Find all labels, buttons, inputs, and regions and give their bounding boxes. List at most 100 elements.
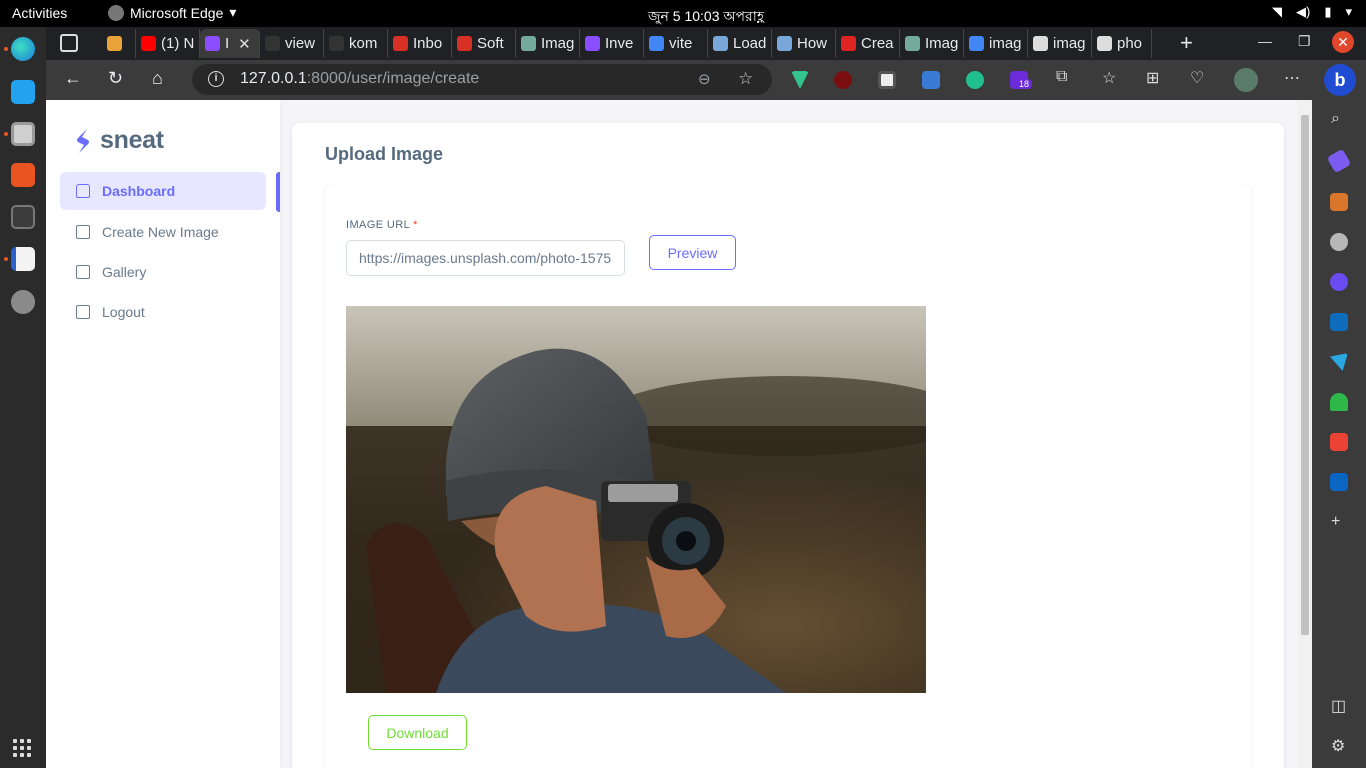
disc-icon[interactable]: [11, 290, 35, 314]
scrollbar-thumb[interactable]: [1301, 115, 1309, 635]
favorite-star-icon[interactable]: ☆: [738, 69, 753, 89]
activities-button[interactable]: Activities: [12, 5, 67, 21]
extension-badge: 18: [1016, 79, 1033, 89]
address-bar[interactable]: i 127.0.0.1:8000/user/image/create ⊖ ☆: [192, 64, 772, 95]
new-tab-button[interactable]: +: [1180, 30, 1193, 56]
zoom-out-icon[interactable]: ⊖: [698, 70, 711, 88]
preview-button[interactable]: Preview: [649, 235, 736, 270]
shopping-tag-icon[interactable]: [1326, 148, 1352, 174]
tab-label: Inve: [605, 35, 634, 52]
send-icon[interactable]: [1330, 353, 1348, 371]
page-title: Upload Image: [325, 144, 444, 164]
ublock-icon[interactable]: [834, 71, 852, 89]
terminal-icon[interactable]: [11, 205, 35, 229]
browser-tab[interactable]: kom: [324, 29, 388, 58]
logo-text: sneat: [100, 126, 164, 154]
sidebar-item-gallery[interactable]: Gallery: [60, 253, 266, 291]
tab-favicon-icon: [457, 36, 472, 51]
tab-label: (1) N: [161, 35, 195, 52]
app-menu[interactable]: Microsoft Edge ▾: [108, 4, 236, 21]
extension-window-icon[interactable]: [878, 71, 896, 89]
browser-tab[interactable]: Imag: [516, 29, 580, 58]
more-menu-icon[interactable]: ⋯: [1284, 68, 1300, 88]
browser-tab[interactable]: Soft: [452, 29, 516, 58]
clock[interactable]: জুন 5 10:03 অপরাহ্ণ: [648, 5, 764, 29]
browser-tab[interactable]: (1) N: [136, 29, 200, 58]
profile-avatar[interactable]: [1234, 68, 1258, 92]
extensions-puzzle-icon[interactable]: ⧉: [1056, 68, 1067, 86]
image-url-label: IMAGE URL *: [346, 219, 418, 231]
vue-devtools-icon[interactable]: [791, 71, 809, 89]
bing-icon[interactable]: b: [1324, 64, 1356, 96]
tab-favicon-icon: [585, 36, 600, 51]
browser-tab[interactable]: pho: [1092, 29, 1152, 58]
text-editor-icon[interactable]: [11, 247, 35, 271]
browser-tab[interactable]: I ✕: [200, 29, 260, 58]
home-icon[interactable]: ⌂: [152, 68, 163, 89]
browser-tab[interactable]: vite: [644, 29, 708, 58]
tab-favicon-icon: [969, 36, 984, 51]
logo[interactable]: sneat: [74, 126, 164, 155]
sidebar-item-create-new-image[interactable]: Create New Image: [60, 213, 266, 251]
required-mark: *: [413, 219, 418, 231]
browser-tab[interactable]: Inve: [580, 29, 644, 58]
gmail-icon[interactable]: [1330, 433, 1348, 451]
vscode-icon[interactable]: [11, 80, 35, 104]
back-icon[interactable]: ←: [64, 68, 82, 89]
tab-close-icon[interactable]: ✕: [238, 35, 251, 53]
browser-tab[interactable]: [102, 29, 136, 58]
running-indicator: [4, 132, 8, 136]
favorites-icon[interactable]: ☆: [1102, 68, 1116, 88]
url-path: :8000/user/image/create: [306, 70, 480, 87]
image-url-input[interactable]: [346, 240, 625, 276]
browser-tab[interactable]: imag: [964, 29, 1028, 58]
maximize-icon[interactable]: ❐: [1298, 33, 1311, 50]
office-icon[interactable]: [1330, 273, 1348, 291]
system-tray[interactable]: ◥ ◀) ▮ ▾: [1272, 4, 1352, 20]
download-button[interactable]: Download: [368, 715, 467, 750]
software-icon[interactable]: [11, 163, 35, 187]
browser-tab[interactable]: imag: [1028, 29, 1092, 58]
ubuntu-dock: [0, 27, 46, 768]
extension-f-icon[interactable]: [922, 71, 940, 89]
files-icon[interactable]: [11, 122, 35, 146]
info-icon[interactable]: i: [208, 71, 224, 87]
tab-label: Crea: [861, 35, 894, 52]
crown-icon: [76, 265, 90, 279]
close-window-button[interactable]: ✕: [1332, 31, 1354, 53]
tab-label: imag: [989, 35, 1022, 52]
edge-icon[interactable]: [11, 37, 35, 61]
tab-label: vite: [669, 35, 693, 52]
collections-icon[interactable]: ⊞: [1146, 68, 1159, 88]
tools-icon[interactable]: [1330, 193, 1348, 211]
sidebar-item-logout[interactable]: Logout: [60, 293, 266, 331]
browser-tab[interactable]: Load: [708, 29, 772, 58]
volume-icon: ◀): [1295, 4, 1311, 19]
extension-sync-icon[interactable]: [966, 71, 984, 89]
tree-icon[interactable]: [1330, 393, 1348, 411]
outlook-icon[interactable]: [1330, 313, 1348, 331]
tab-label: Soft: [477, 35, 504, 52]
settings-gear-icon[interactable]: ⚙: [1331, 736, 1345, 756]
browser-tab[interactable]: Imag: [900, 29, 964, 58]
minimize-icon[interactable]: —: [1258, 33, 1272, 49]
sidebar-item-label: Gallery: [102, 264, 147, 280]
performance-icon[interactable]: ♡: [1190, 68, 1204, 88]
browser-tab[interactable]: Crea: [836, 29, 900, 58]
browser-tab[interactable]: view: [260, 29, 324, 58]
browser-tab[interactable]: How: [772, 29, 836, 58]
tab-favicon-icon: [649, 36, 664, 51]
address-url[interactable]: 127.0.0.1:8000/user/image/create: [240, 70, 479, 88]
sidebar-toggle-icon[interactable]: ◫: [1331, 696, 1346, 716]
sidebar-item-dashboard[interactable]: Dashboard: [60, 172, 266, 210]
games-icon[interactable]: [1330, 233, 1348, 251]
tab-favicon-icon: [141, 36, 156, 51]
add-icon[interactable]: +: [1331, 513, 1340, 531]
tab-actions-icon[interactable]: [60, 34, 78, 52]
page-scrollbar[interactable]: [1298, 100, 1312, 768]
browser-tab[interactable]: Inbo: [388, 29, 452, 58]
show-apps-icon[interactable]: [13, 739, 31, 757]
search-icon[interactable]: ⌕: [1331, 110, 1340, 128]
linkedin-icon[interactable]: [1330, 473, 1348, 491]
refresh-icon[interactable]: ↻: [108, 68, 123, 89]
